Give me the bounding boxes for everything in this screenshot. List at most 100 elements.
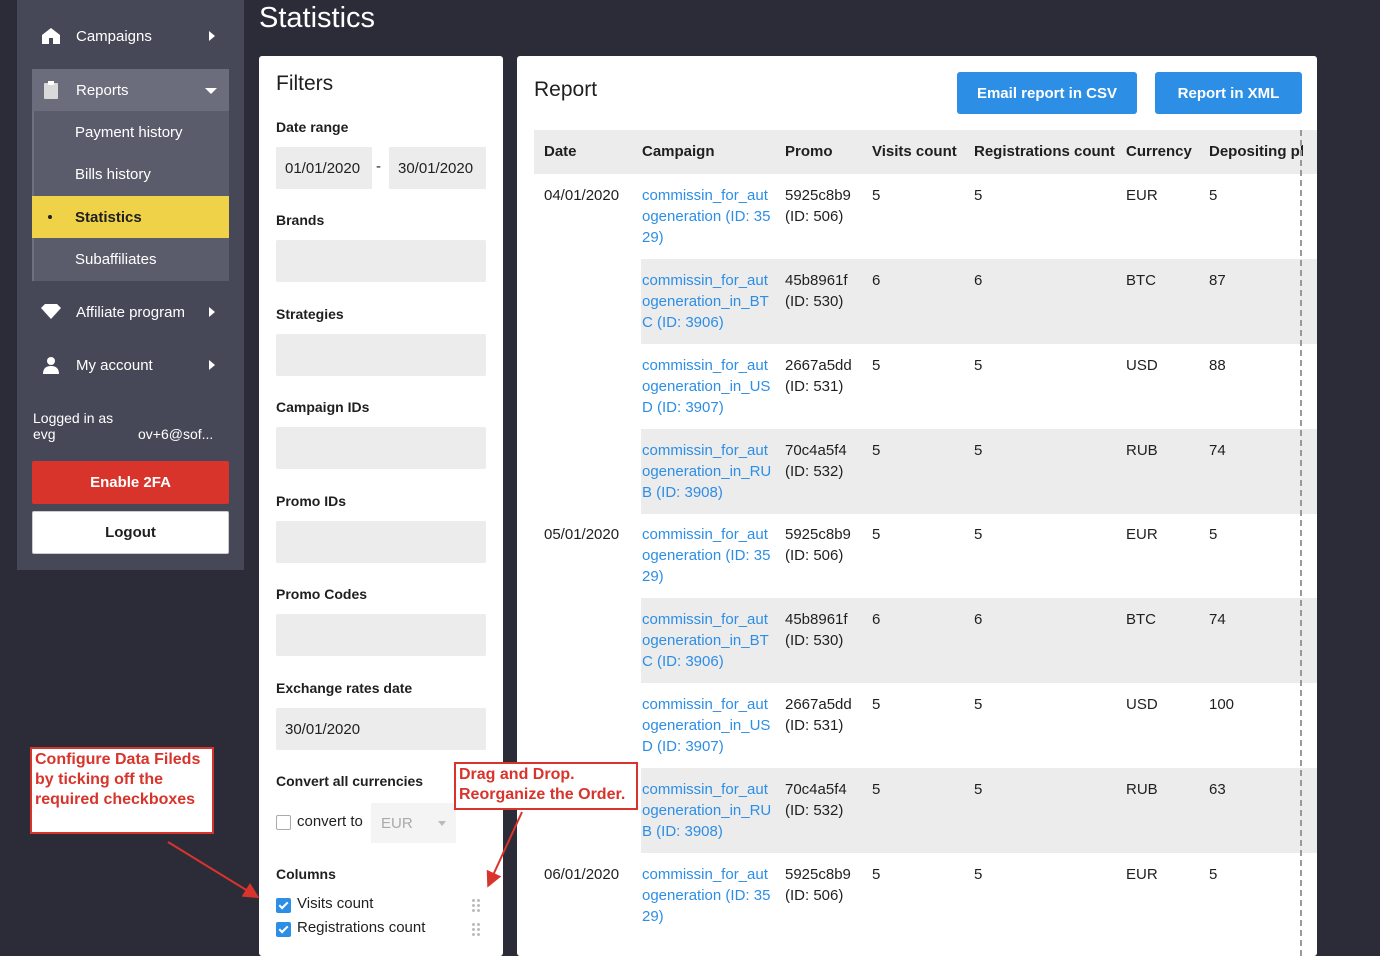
sub-bills-history[interactable]: Bills history xyxy=(32,153,229,195)
cell-campaign-link[interactable]: commissin_for_autogeneration (ID: 3529) xyxy=(642,864,772,927)
cell-campaign-link[interactable]: commissin_for_autogeneration_in_BTC (ID:… xyxy=(642,609,772,672)
table-row: commissin_for_autogeneration_in_USD (ID:… xyxy=(534,344,1317,429)
exchange-date-label: Exchange rates date xyxy=(276,680,413,696)
cell-currency: EUR xyxy=(1126,866,1158,883)
cell-campaign-link[interactable]: commissin_for_autogeneration_in_USD (ID:… xyxy=(642,694,772,757)
date-separator: - xyxy=(376,158,381,175)
annotation-configure: Configure Data Fileds by ticking off the… xyxy=(30,747,214,834)
col-header[interactable]: Campaign xyxy=(642,143,715,160)
currency-select[interactable]: EUR xyxy=(371,803,456,843)
cell-regs: 5 xyxy=(974,357,983,374)
cell-promo: 45b8961f (ID: 530) xyxy=(785,611,848,649)
col-header[interactable]: Depositing pl xyxy=(1209,143,1304,160)
nav-affiliate[interactable]: Affiliate program xyxy=(32,291,229,333)
date-range-label: Date range xyxy=(276,119,349,135)
exchange-date-input[interactable] xyxy=(276,708,486,750)
cell-regs: 5 xyxy=(974,526,983,543)
report-xml-button[interactable]: Report in XML xyxy=(1155,72,1302,114)
cell-visits: 6 xyxy=(872,611,881,628)
nav-reports[interactable]: Reports xyxy=(32,69,229,111)
cell-date: 04/01/2020 xyxy=(544,187,620,204)
sidebar: Campaigns Reports Payment history Bills … xyxy=(17,0,244,570)
nav-campaigns[interactable]: Campaigns xyxy=(32,15,229,57)
table-header: Date Campaign Promo Visits count Registr… xyxy=(534,130,1317,174)
strategies-input[interactable] xyxy=(276,334,486,376)
cell-date: 06/01/2020 xyxy=(544,866,620,883)
promo-codes-input[interactable] xyxy=(276,614,486,656)
cell-campaign-link[interactable]: commissin_for_autogeneration (ID: 3529) xyxy=(642,185,772,248)
cell-promo: 2667a5dd (ID: 531) xyxy=(785,357,852,395)
brands-input[interactable] xyxy=(276,240,486,282)
convert-checkbox[interactable] xyxy=(276,815,291,830)
nav-account[interactable]: My account xyxy=(32,344,229,386)
table-row: 04/01/2020 commissin_for_autogeneration … xyxy=(534,174,1317,259)
cell-campaign-link[interactable]: commissin_for_autogeneration (ID: 3529) xyxy=(642,524,772,587)
email-csv-button[interactable]: Email report in CSV xyxy=(957,72,1137,114)
nav-reports-label: Reports xyxy=(76,81,129,99)
date-to-input[interactable] xyxy=(389,147,486,189)
table-row: commissin_for_autogeneration_in_BTC (ID:… xyxy=(534,598,1317,683)
promo-ids-label: Promo IDs xyxy=(276,493,347,509)
cell-campaign-link[interactable]: commissin_for_autogeneration_in_BTC (ID:… xyxy=(642,270,772,333)
cell-regs: 5 xyxy=(974,442,983,459)
drag-handle-icon[interactable] xyxy=(472,899,480,913)
chevron-right-icon xyxy=(209,307,215,317)
cell-depositing: 87 xyxy=(1209,272,1226,289)
cell-promo: 5925c8b9 (ID: 506) xyxy=(785,526,851,564)
cell-regs: 6 xyxy=(974,272,983,289)
column-scroll-divider xyxy=(1300,130,1302,956)
user-icon xyxy=(40,354,62,376)
report-title: Report xyxy=(534,78,598,101)
cell-depositing: 5 xyxy=(1209,526,1218,543)
col-header[interactable]: Visits count xyxy=(872,143,957,160)
cell-campaign-link[interactable]: commissin_for_autogeneration_in_RUB (ID:… xyxy=(642,440,772,503)
campaign-ids-input[interactable] xyxy=(276,427,486,469)
filters-title: Filters xyxy=(276,72,334,95)
cell-depositing: 5 xyxy=(1209,866,1218,883)
registrations-count-label: Registrations count xyxy=(297,919,426,936)
cell-visits: 5 xyxy=(872,187,881,204)
page-title: Statistics xyxy=(259,2,376,34)
visits-count-checkbox[interactable] xyxy=(276,898,291,913)
nav-affiliate-label: Affiliate program xyxy=(76,303,185,321)
cell-campaign-link[interactable]: commissin_for_autogeneration_in_RUB (ID:… xyxy=(642,779,772,842)
logout-button[interactable]: Logout xyxy=(32,511,229,554)
cell-promo: 5925c8b9 (ID: 506) xyxy=(785,866,851,904)
col-header[interactable]: Promo xyxy=(785,143,833,160)
sub-statistics[interactable]: Statistics xyxy=(32,196,229,238)
nav-account-label: My account xyxy=(76,356,153,374)
registrations-count-checkbox[interactable] xyxy=(276,922,291,937)
col-header[interactable]: Registrations count xyxy=(974,143,1115,160)
col-header[interactable]: Currency xyxy=(1126,143,1192,160)
drag-handle-icon[interactable] xyxy=(472,923,480,937)
cell-regs: 5 xyxy=(974,696,983,713)
table-row: 05/01/2020 commissin_for_autogeneration … xyxy=(534,513,1317,598)
home-icon xyxy=(40,25,62,47)
date-from-input[interactable] xyxy=(276,147,372,189)
sub-subaffiliates[interactable]: Subaffiliates xyxy=(32,238,229,280)
cell-depositing: 100 xyxy=(1209,696,1235,713)
cell-depositing: 74 xyxy=(1209,442,1226,459)
cell-visits: 5 xyxy=(872,442,881,459)
table-row: 06/01/2020 commissin_for_autogeneration … xyxy=(534,853,1317,938)
cell-regs: 5 xyxy=(974,866,983,883)
logged-user-b: ov+6@sof... xyxy=(138,426,214,442)
table-row: commissin_for_autogeneration_in_USD (ID:… xyxy=(534,683,1317,768)
enable-2fa-button[interactable]: Enable 2FA xyxy=(32,461,229,504)
promo-ids-input[interactable] xyxy=(276,521,486,563)
cell-currency: BTC xyxy=(1126,272,1156,289)
diamond-icon xyxy=(40,301,62,323)
promo-codes-label: Promo Codes xyxy=(276,586,368,602)
cell-visits: 5 xyxy=(872,696,881,713)
chevron-down-icon xyxy=(205,88,217,94)
cell-campaign-link[interactable]: commissin_for_autogeneration_in_USD (ID:… xyxy=(642,355,772,418)
col-header[interactable]: Date xyxy=(544,143,577,160)
nav-campaigns-label: Campaigns xyxy=(76,27,152,45)
logged-in-info: Logged in as evg ov+6@sof... xyxy=(33,410,233,442)
cell-date: 05/01/2020 xyxy=(544,526,620,543)
cell-depositing: 63 xyxy=(1209,781,1226,798)
chevron-right-icon xyxy=(209,31,215,41)
table-row: commissin_for_autogeneration_in_RUB (ID:… xyxy=(534,429,1317,514)
logged-label: Logged in as xyxy=(33,410,114,426)
sub-payment-history[interactable]: Payment history xyxy=(32,111,229,153)
